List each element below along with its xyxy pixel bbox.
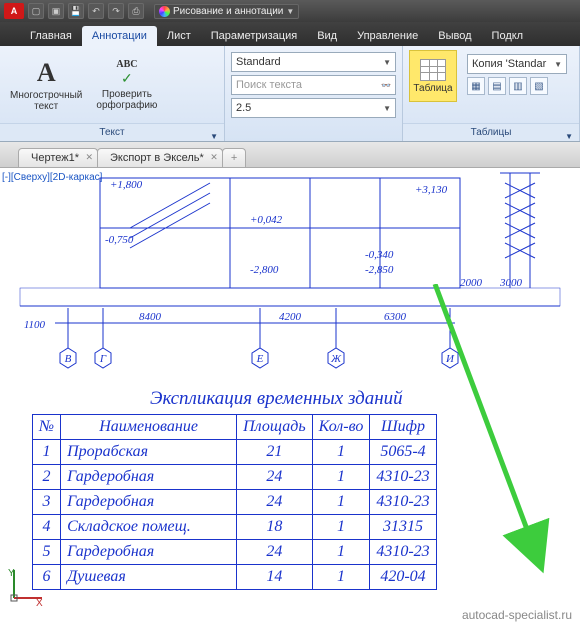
svg-text:3000: 3000 [499,277,523,289]
spellcheck-button[interactable]: ABC ✓ Проверить орфографию [92,57,161,113]
panel-title-text[interactable]: Текст▼ [0,123,224,141]
svg-text:+3,130: +3,130 [415,184,448,196]
chevron-down-icon: ▼ [383,104,391,113]
table-tool-1-icon[interactable]: ▦ [467,77,485,95]
explication-table: № Наименование Площадь Кол-во Шифр 1Прор… [32,414,437,590]
table-style-combo[interactable]: Копия 'Standar▼ [467,54,567,74]
abc-icon: ABC [116,59,137,70]
ribbon-tabs: Главная Аннотации Лист Параметризация Ви… [0,22,580,46]
table-row: 2Гардеробная2414310-23 [33,465,437,490]
text-style-combo[interactable]: Standard▼ [231,52,396,72]
table-row: 4Складское помещ.18131315 [33,515,437,540]
qat-print-icon[interactable]: ⎙ [128,3,144,19]
svg-text:1100: 1100 [24,319,46,331]
document-tab[interactable]: Чертеж1*✕ [18,148,98,167]
chevron-down-icon: ▼ [383,58,391,67]
qat-new-icon[interactable]: ▢ [28,3,44,19]
svg-text:-0,340: -0,340 [365,249,394,261]
svg-text:В: В [65,353,72,365]
workspace-switcher[interactable]: Рисование и аннотации ▼ [154,4,299,19]
app-logo[interactable]: A [4,3,24,19]
qat-open-icon[interactable]: ▣ [48,3,64,19]
table-row: 1Прорабская2115065-4 [33,440,437,465]
chevron-down-icon: ▼ [554,60,562,69]
table-tool-3-icon[interactable]: ▥ [509,77,527,95]
col-area: Площадь [237,415,313,440]
svg-text:-2,800: -2,800 [250,264,279,276]
svg-text:2000: 2000 [460,277,483,289]
panel-title-tables[interactable]: Таблицы▼ [403,123,579,141]
svg-text:8400: 8400 [139,311,162,323]
mtext-label: Многострочный текст [10,90,82,112]
ucs-icon: Y X [6,566,46,606]
svg-text:4200: 4200 [279,311,302,323]
mtext-icon: A [37,58,56,88]
tab-parametric[interactable]: Параметризация [201,26,307,46]
close-icon[interactable]: ✕ [210,152,218,163]
tab-home[interactable]: Главная [20,26,82,46]
chevron-down-icon: ▼ [210,128,218,146]
svg-text:-2,850: -2,850 [365,264,394,276]
mtext-button[interactable]: A Многострочный текст [6,56,86,114]
workspace-label: Рисование и аннотации [173,6,283,17]
table-tool-4-icon[interactable]: ▧ [530,77,548,95]
table-tool-2-icon[interactable]: ▤ [488,77,506,95]
table-icon [420,59,446,81]
table-row: 3Гардеробная2414310-23 [33,490,437,515]
qat-save-icon[interactable]: 💾 [68,3,84,19]
svg-text:-0,750: -0,750 [105,234,134,246]
col-num: № [33,415,61,440]
tab-view[interactable]: Вид [307,26,347,46]
check-icon: ✓ [121,70,133,87]
svg-text:Y: Y [8,568,15,579]
table-row: 5Гардеробная2414310-23 [33,540,437,565]
spellcheck-label: Проверить орфографию [96,89,157,111]
table-button[interactable]: Таблица [409,50,457,102]
close-icon[interactable]: ✕ [85,152,93,163]
svg-text:+1,800: +1,800 [110,179,143,191]
new-tab-button[interactable]: + [222,148,246,167]
svg-text:+0,042: +0,042 [250,214,283,226]
svg-text:Ж: Ж [330,353,342,365]
svg-text:И: И [445,353,455,365]
document-tab[interactable]: Экспорт в Эксель*✕ [97,148,223,167]
svg-text:Е: Е [256,353,264,365]
table-button-label: Таблица [413,83,452,94]
tab-manage[interactable]: Управление [347,26,428,46]
chevron-down-icon: ▼ [565,128,573,146]
section-drawing: +1,800 -0,750 +0,042 +3,130 -2,800 -0,34… [0,168,580,388]
chevron-down-icon: ▼ [286,7,294,16]
col-qty: Кол-во [312,415,370,440]
qat-undo-icon[interactable]: ↶ [88,3,104,19]
drawing-canvas[interactable]: [-][Сверху][2D-каркас] [0,168,580,626]
svg-text:6300: 6300 [384,311,407,323]
gear-icon [159,6,170,17]
text-search-input[interactable]: Поиск текста👓 [231,75,396,95]
svg-text:X: X [36,598,43,606]
text-height-combo[interactable]: 2.5▼ [231,98,396,118]
table-title: Экспликация временных зданий [150,388,403,410]
table-row: 6Душевая141420-04 [33,565,437,590]
tab-output[interactable]: Вывод [428,26,481,46]
search-icon: 👓 [381,81,391,90]
col-code: Шифр [370,415,436,440]
ribbon: A Многострочный текст ABC ✓ Проверить ор… [0,46,580,142]
watermark: autocad-specialist.ru [462,608,572,622]
tab-plugins[interactable]: Подкл [482,26,534,46]
tab-layout[interactable]: Лист [157,26,201,46]
tab-annotations[interactable]: Аннотации [82,26,157,46]
quick-access-toolbar: A ▢ ▣ 💾 ↶ ↷ ⎙ Рисование и аннотации ▼ [0,0,580,22]
document-tabstrip: Чертеж1*✕ Экспорт в Эксель*✕ + [0,142,580,168]
svg-text:Г: Г [99,353,107,365]
qat-redo-icon[interactable]: ↷ [108,3,124,19]
col-name: Наименование [61,415,237,440]
